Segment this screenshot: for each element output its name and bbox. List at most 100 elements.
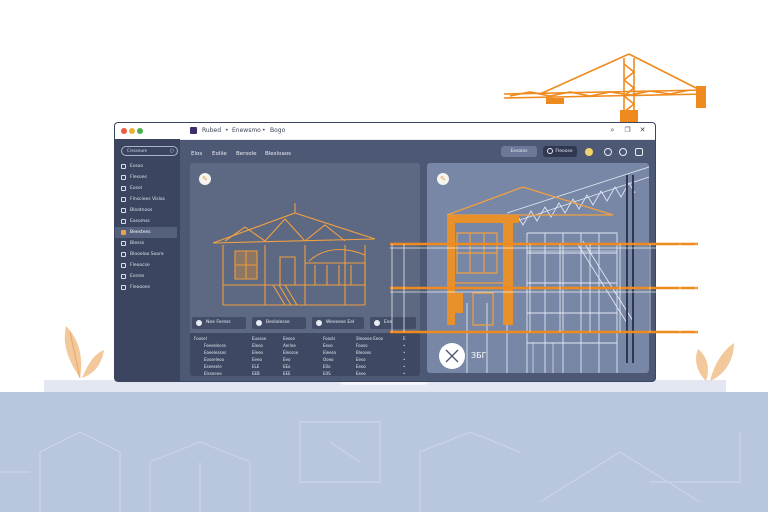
table-cell: Eeoo xyxy=(356,371,366,376)
sidebar-item-8[interactable]: Blesss xyxy=(115,238,177,249)
menu-item-2[interactable]: Eoliie xyxy=(212,150,227,158)
search-icon: ○ xyxy=(169,148,174,154)
sidebar-item-label: Easomss xyxy=(130,219,150,224)
table-cell: Fooso xyxy=(356,343,368,348)
sidebar-item-active[interactable]: Beestees xyxy=(115,227,177,238)
breadcrumb-item-2[interactable]: Enewsmo xyxy=(232,126,261,135)
table-cell: Foosls xyxy=(323,336,336,341)
table-cell: Euosse xyxy=(252,336,267,341)
table-cell: Eeeo xyxy=(252,357,262,362)
table-cell: Eeoo xyxy=(356,364,366,369)
table-cell: Eoeelesses xyxy=(204,350,227,355)
menu-item-4[interactable]: Blesloaos xyxy=(265,150,291,158)
crane-illustration xyxy=(503,53,706,122)
view-tabs: Nee Feress Beslolesse Weesese Eel Ees xyxy=(190,317,420,331)
edit-icon[interactable] xyxy=(635,148,643,156)
sidebar-item-6[interactable]: Easomss xyxy=(115,216,177,227)
maximize-window-dot[interactable] xyxy=(137,128,143,134)
table-cell: Ooeo xyxy=(323,357,334,362)
sidebar-item-label: Fleoooes xyxy=(130,285,150,290)
table-cell: EEo xyxy=(283,364,291,369)
sidebar-item-11[interactable]: Essres xyxy=(115,271,177,282)
sidebar-item-5[interactable]: Bleatnoos xyxy=(115,205,177,216)
sidebar-item-label: Essres xyxy=(130,274,145,279)
sidebar-item-label: Blesss xyxy=(130,241,145,246)
table-cell: • xyxy=(403,357,406,362)
settings-icon xyxy=(121,285,126,290)
sidebar-item-9[interactable]: Blooeloo Soore xyxy=(115,249,177,260)
chart-icon xyxy=(121,241,126,246)
table-cell: ELE xyxy=(252,364,260,369)
folder-icon xyxy=(121,175,126,180)
search-icon[interactable]: ⌕ xyxy=(608,126,617,135)
menu-item-1[interactable]: Elos xyxy=(191,150,202,158)
tab-icon xyxy=(196,320,202,326)
table-cell: Eleeo xyxy=(252,350,264,355)
clock-icon[interactable] xyxy=(619,148,627,156)
table-cell: • xyxy=(403,350,406,355)
breadcrumb-separator: • xyxy=(225,127,229,134)
table-cell: Eeso xyxy=(356,357,366,362)
primary-button[interactable]: Eesoles xyxy=(501,146,537,157)
tab-2[interactable]: Beslolesse xyxy=(252,317,306,329)
tab-label: Weesese Eel xyxy=(326,320,355,325)
sidebar-item-2[interactable]: Flesoes xyxy=(115,172,177,183)
close-view-button[interactable] xyxy=(439,343,465,369)
window-controls xyxy=(121,128,143,134)
table-cell: Elessoe xyxy=(283,350,299,355)
sidebar-item-label: Essoo xyxy=(130,164,144,169)
table-cell: EEB xyxy=(252,371,260,376)
table-cell: Eleeso xyxy=(323,350,337,355)
sidebar-item-4[interactable]: Flnsciees Vislas xyxy=(115,194,177,205)
breadcrumb-item-1[interactable]: Rubed xyxy=(202,126,221,135)
table-cell: EEE xyxy=(283,371,291,376)
sidebar-item-home[interactable]: Essoo xyxy=(115,161,177,172)
copy-icon[interactable]: ❐ xyxy=(623,126,632,135)
house-wireframe-drawing xyxy=(212,203,375,306)
layers-icon xyxy=(121,197,126,202)
table-cell: E0S xyxy=(323,371,331,376)
status-icon[interactable] xyxy=(604,148,612,156)
sun-icon[interactable] xyxy=(585,148,593,156)
title-bar: Rubed • Enewsmo • Bogo ⌕ ❐ ✕ xyxy=(115,123,655,140)
table-cell: • xyxy=(403,371,406,376)
table-cell: Bleoses xyxy=(356,350,372,355)
sidebar-item-10[interactable]: Fleoocse xyxy=(115,260,177,271)
pencil-icon[interactable]: ✎ xyxy=(199,173,211,185)
sidebar-item-3[interactable]: Eosel xyxy=(115,183,177,194)
tab-1[interactable]: Nee Feress xyxy=(192,317,246,329)
tab-icon xyxy=(316,320,322,326)
table-cell: Aerlee xyxy=(283,343,296,348)
secondary-button[interactable]: Fleoose xyxy=(543,146,577,157)
folder-icon xyxy=(121,230,126,235)
leaf-right-icon xyxy=(696,343,734,381)
model-view-panel: ✎ Nee Feress Beslolesse Weesese Eel Ees … xyxy=(190,163,420,376)
tab-label: Beslolesse xyxy=(266,320,290,325)
home-icon xyxy=(121,164,126,169)
close-window-dot[interactable] xyxy=(121,128,127,134)
sidebar-item-12[interactable]: Fleoooes xyxy=(115,282,177,293)
table-cell: E0o xyxy=(323,364,331,369)
breadcrumb-item-3[interactable]: Bogo xyxy=(270,126,285,135)
search-input[interactable]: Cresseure ○ xyxy=(121,146,178,156)
table-cell: Feeseleces xyxy=(204,343,226,348)
grid-icon xyxy=(121,208,126,213)
minimize-window-dot[interactable] xyxy=(129,128,135,134)
list-icon xyxy=(121,274,126,279)
close-icon[interactable]: ✕ xyxy=(638,126,647,135)
secondary-button-label: Fleoose xyxy=(555,149,573,154)
tab-3[interactable]: Weesese Eel xyxy=(312,317,364,329)
breadcrumb-separator: • xyxy=(262,127,266,134)
scaffold-beams-overlay xyxy=(390,242,698,334)
table-cell: Eeoso xyxy=(283,336,295,341)
sidebar-item-label: Fleoocse xyxy=(130,263,150,268)
table-cell: E xyxy=(403,336,406,341)
table-cell: Eseesele xyxy=(204,364,222,369)
view-mode-label: ЗБГ xyxy=(471,351,487,360)
table-cell: Elsseeee xyxy=(204,371,222,376)
data-table: Foosel Euosse Eeoso Foosls Sleoeoe Eeoo … xyxy=(190,333,420,376)
table-cell: Foosel xyxy=(194,336,207,341)
table-cell: • xyxy=(403,343,406,348)
menu-item-3[interactable]: Bersole xyxy=(236,150,257,158)
table-cell: Eosseleoo xyxy=(204,357,225,362)
